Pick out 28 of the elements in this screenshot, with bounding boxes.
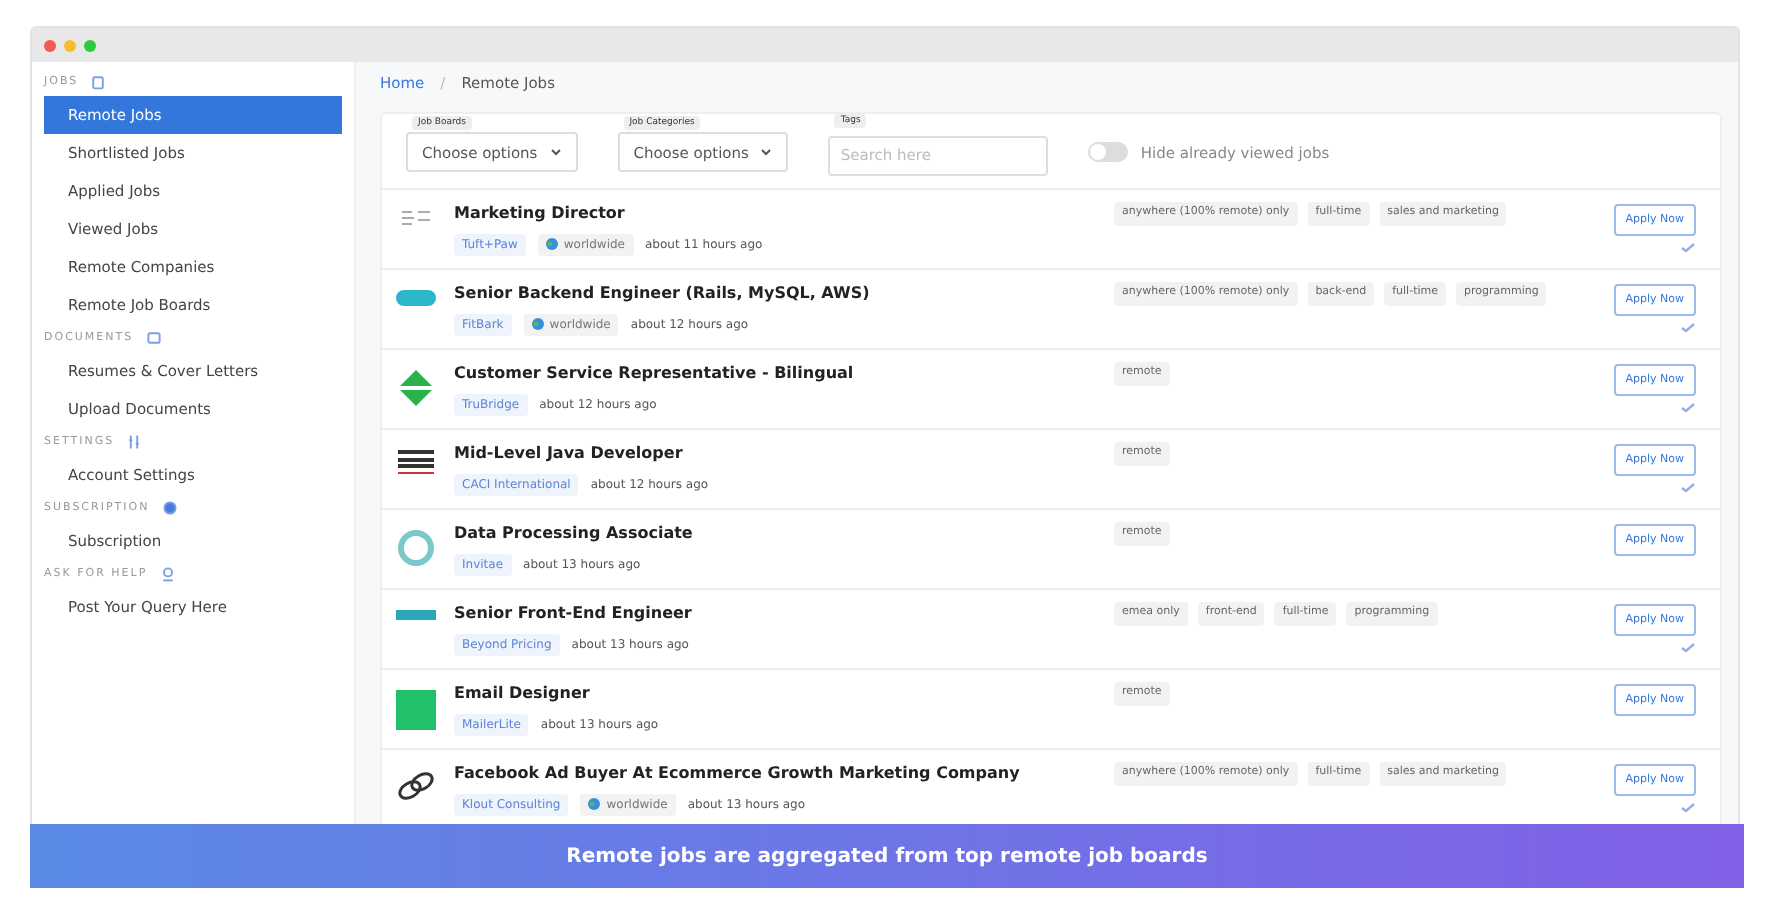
arrows-logo-icon [400,369,432,405]
job-title: Email Designer [454,681,592,705]
chevron-icon [760,148,773,157]
banner-text: Remote jobs are aggregated from top remote job boards [566,845,1208,867]
ring-logo-icon [398,529,434,565]
maximize-dot-icon[interactable] [84,39,96,51]
job-title: Customer Service Representative - Bilingual [454,361,856,385]
chevron-icon [549,148,562,157]
close-dot-icon[interactable] [44,39,56,51]
job-title: Data Processing Associate [454,521,695,545]
logo-icon [398,449,434,473]
minimize-dot-icon[interactable] [64,39,76,51]
logo-icon [396,289,436,305]
logo-icon [396,609,436,619]
logo-icon [402,209,430,225]
job-title: Senior Front-End Engineer [454,601,694,625]
globe-icon [588,798,601,810]
globe-icon [545,238,558,250]
job-title: Senior Backend Engineer (Rails, MySQL, AWS) [454,281,872,305]
job-title: Marketing Director [454,201,627,225]
globe-icon [531,318,544,330]
person-icon [159,566,176,582]
toggle-switch[interactable] [1088,142,1129,163]
job-title: Mid-Level Java Developer [454,441,685,465]
job-title: Facebook Ad Buyer At Ecommerce Growth Marketing Company [454,761,1022,785]
chain-logo-icon [396,769,436,801]
logo-icon [396,689,436,729]
sliders-icon [126,434,143,450]
